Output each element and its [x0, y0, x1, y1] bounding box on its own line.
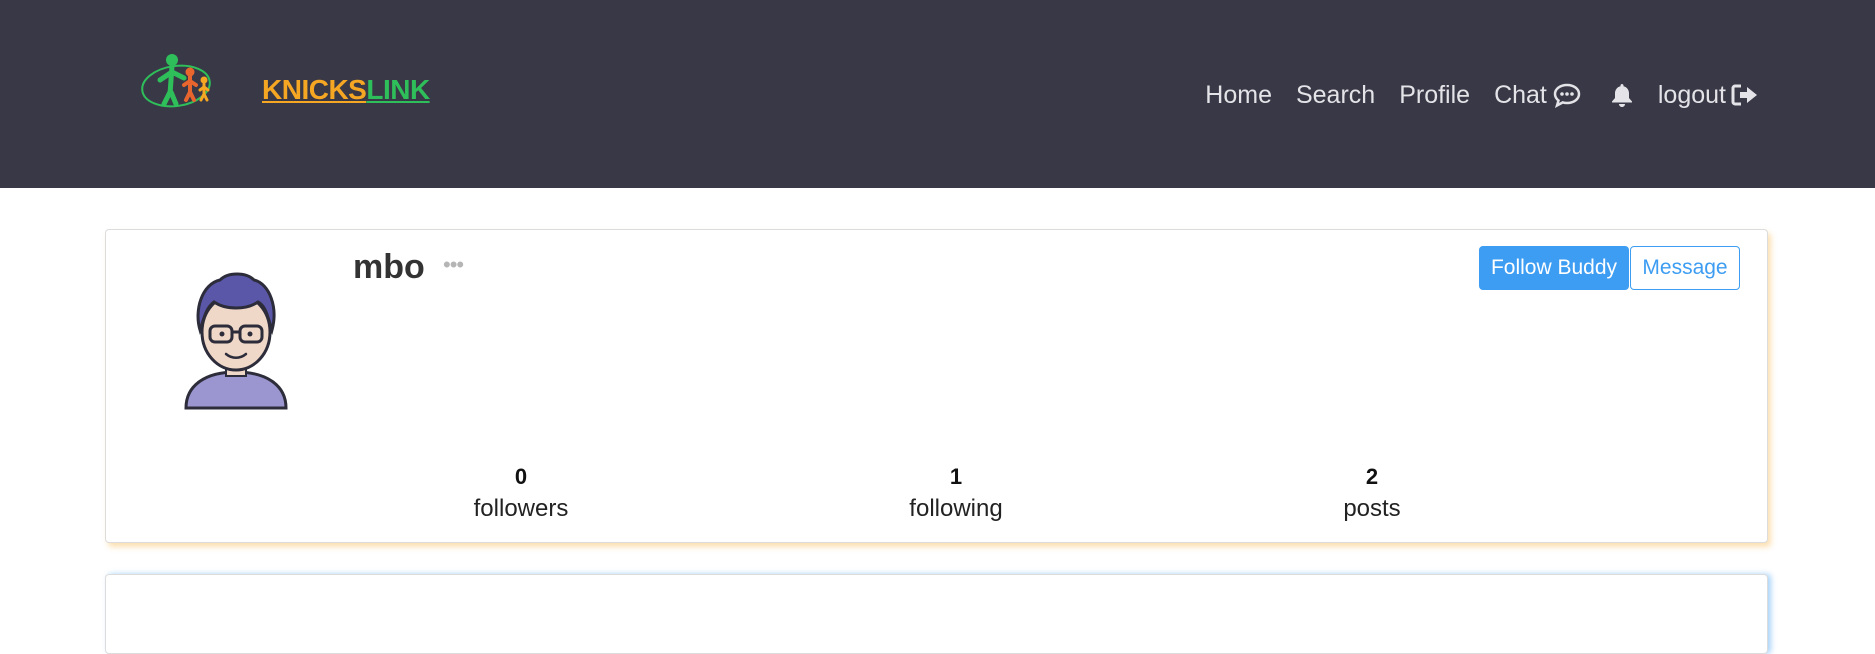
brand-link[interactable]: KNICKSLINK: [262, 74, 430, 106]
nav-home[interactable]: Home: [1205, 81, 1272, 110]
brand-part-2: LINK: [366, 74, 430, 105]
nav-chat[interactable]: Chat: [1494, 81, 1582, 110]
logo-icon[interactable]: [140, 52, 216, 114]
nav-search-label: Search: [1295, 80, 1376, 109]
following-label: following: [909, 495, 1003, 522]
bell-icon: [1611, 84, 1632, 107]
message-button[interactable]: Message: [1630, 246, 1740, 290]
followers-count: 0: [514, 464, 528, 489]
follow-buddy-button[interactable]: Follow Buddy: [1479, 246, 1629, 290]
notifications[interactable]: [1610, 82, 1634, 108]
following-stat[interactable]: 1 following: [856, 462, 1056, 526]
followers-stat[interactable]: 0 followers: [421, 462, 621, 526]
nav-logout-label: logout: [1657, 80, 1726, 109]
profile-username: mbo: [353, 248, 425, 286]
nav-search[interactable]: Search: [1296, 81, 1375, 110]
brand-part-1: KNICKS: [262, 74, 367, 105]
nav-links: Home Search Profile Chat logout: [1181, 76, 1759, 114]
nav-logout[interactable]: logout: [1658, 81, 1759, 110]
posts-label: posts: [1343, 495, 1401, 522]
top-navbar: KNICKSLINK Home Search Profile Chat logo…: [0, 0, 1875, 188]
sign-out-icon: [1731, 84, 1757, 106]
nav-chat-label: Chat: [1494, 80, 1547, 109]
posts-count: 2: [1365, 464, 1379, 489]
nav-profile-label: Profile: [1399, 80, 1471, 109]
posts-stat[interactable]: 2 posts: [1272, 462, 1472, 526]
following-count: 1: [949, 464, 963, 489]
chat-bubble-icon: [1553, 83, 1581, 108]
more-options-icon[interactable]: •••: [443, 252, 464, 278]
post-card: [105, 574, 1768, 654]
profile-card: mbo ••• Follow Buddy Message 0 followers…: [105, 229, 1768, 543]
avatar: [184, 272, 288, 410]
nav-home-label: Home: [1205, 80, 1272, 109]
followers-label: followers: [473, 495, 569, 522]
nav-profile[interactable]: Profile: [1399, 81, 1470, 110]
